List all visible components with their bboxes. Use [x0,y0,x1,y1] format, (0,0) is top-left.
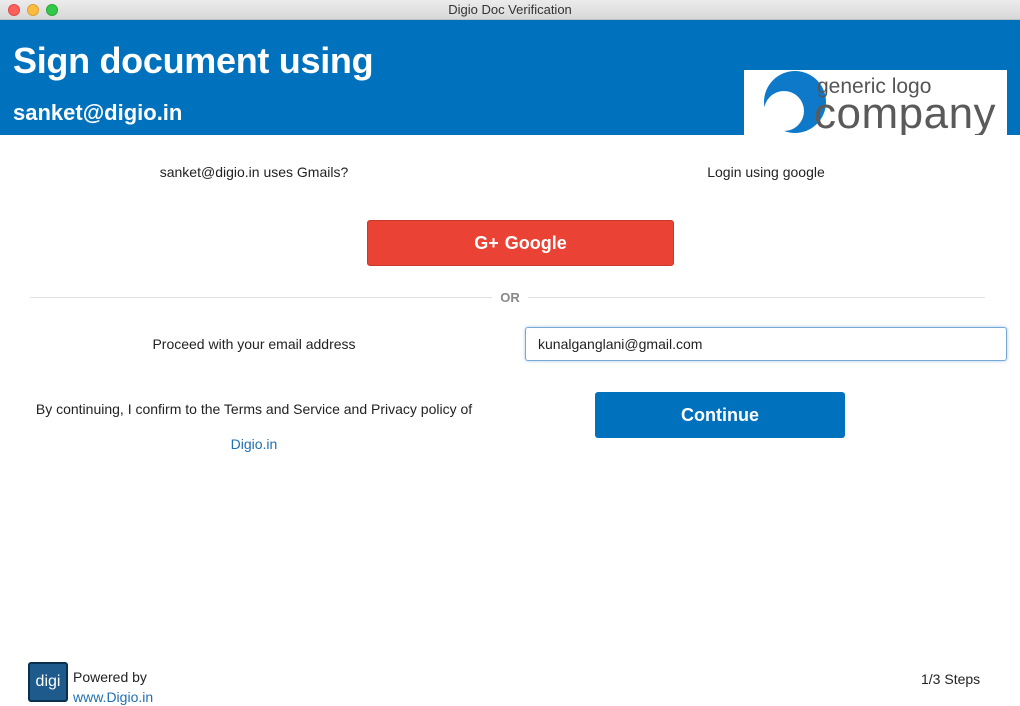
logo-big-text: company [814,89,997,135]
terms-text: By continuing, I confirm to the Terms an… [35,401,473,417]
continue-button[interactable]: Continue [595,392,845,438]
google-login-label: Login using google [707,164,825,180]
signer-email: sanket@digio.in [13,100,183,125]
step-indicator: 1/3 Steps [921,671,981,687]
window-title: Digio Doc Verification [448,2,572,17]
gmail-question: sanket@digio.in uses Gmails? [159,164,349,180]
or-label: OR [500,290,520,305]
digio-website-link[interactable]: www.Digio.in [73,689,153,705]
google-plus-icon: G+ [474,232,499,253]
page-title: Sign document using [13,40,374,81]
email-prompt: Proceed with your email address [152,336,356,352]
digio-terms-link[interactable]: Digio.in [0,436,508,452]
digio-footer-logo: digi [28,662,68,702]
window-titlebar: Digio Doc Verification [0,0,1020,20]
email-input[interactable] [525,327,1007,361]
footer-logo-text: digi [35,673,61,690]
header-banner: Sign document using sanket@digio.in gene… [0,20,1020,135]
or-divider: OR [30,289,985,305]
divider-line-right [528,297,985,298]
google-login-button[interactable]: G+ Google [367,220,674,266]
logo-inner-circle [764,91,804,131]
divider-line-left [30,297,492,298]
company-logo: generic logo company [744,70,1007,135]
google-button-label: Google [504,232,567,253]
powered-by-label: Powered by [73,669,147,685]
